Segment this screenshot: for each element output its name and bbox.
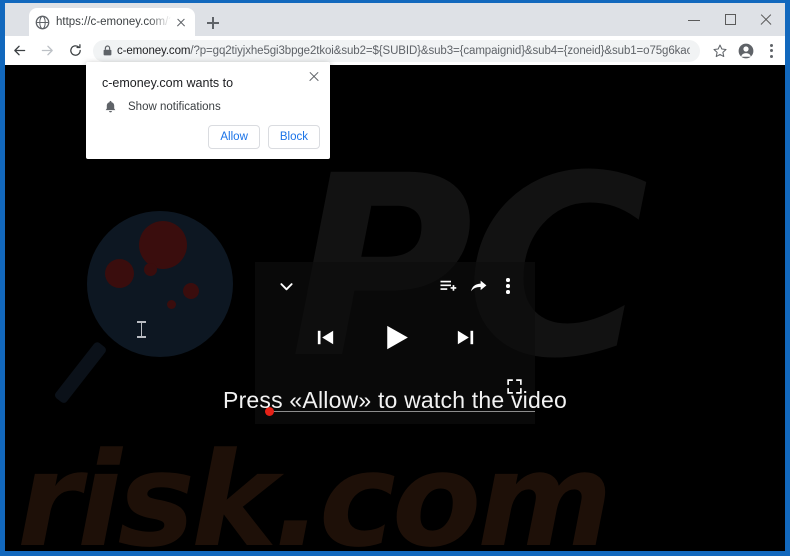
block-button[interactable]: Block bbox=[267, 125, 320, 149]
share-icon[interactable] bbox=[463, 271, 493, 301]
player-transport-controls bbox=[255, 314, 535, 366]
player-top-bar bbox=[255, 262, 535, 310]
call-to-action-text: Press «Allow» to watch the video bbox=[223, 387, 567, 413]
lens-blob bbox=[167, 300, 176, 309]
browser-toolbar: c-emoney.com/?p=gq2tiyjxhe5gi3bpge2tkoi&… bbox=[5, 36, 785, 65]
reload-button[interactable] bbox=[61, 37, 89, 65]
permission-dialog-title: c-emoney.com wants to bbox=[102, 76, 234, 90]
close-tab-icon[interactable] bbox=[173, 14, 189, 30]
new-tab-button[interactable] bbox=[203, 13, 223, 33]
arrow-right-icon bbox=[41, 45, 53, 56]
address-bar[interactable]: c-emoney.com/?p=gq2tiyjxhe5gi3bpge2tkoi&… bbox=[93, 39, 700, 62]
text-ibeam-cursor bbox=[137, 320, 146, 339]
profile-avatar-icon[interactable] bbox=[733, 37, 759, 65]
chevron-down-icon[interactable] bbox=[271, 271, 301, 301]
address-bar-path: /?p=gq2tiyjxhe5gi3bpge2tkoi&sub2=${SUBID… bbox=[190, 44, 690, 57]
browser-tab[interactable]: https://c-emoney.com/?p=gq2tiy bbox=[29, 8, 195, 36]
lens-blob bbox=[144, 263, 157, 276]
close-window-button[interactable] bbox=[749, 3, 785, 36]
skip-next-icon[interactable] bbox=[454, 326, 477, 354]
permission-dialog-actions: Allow Block bbox=[208, 125, 320, 149]
notification-permission-dialog: c-emoney.com wants to Show notifications… bbox=[86, 62, 330, 159]
lens-blob bbox=[183, 283, 199, 299]
arrow-left-icon bbox=[13, 45, 25, 56]
permission-label: Show notifications bbox=[128, 101, 221, 113]
address-bar-host: c-emoney.com bbox=[117, 44, 191, 57]
chrome-menu-icon[interactable] bbox=[759, 37, 785, 65]
lens-blob bbox=[105, 259, 134, 288]
back-button[interactable] bbox=[5, 37, 33, 65]
bell-icon bbox=[102, 100, 119, 114]
minimize-button[interactable] bbox=[677, 3, 713, 36]
add-to-queue-icon[interactable] bbox=[433, 271, 463, 301]
tab-strip: https://c-emoney.com/?p=gq2tiy bbox=[5, 3, 785, 36]
browser-window-screenshot: https://c-emoney.com/?p=gq2tiy bbox=[0, 0, 790, 556]
forward-button[interactable] bbox=[33, 37, 61, 65]
tab-title: https://c-emoney.com/?p=gq2tiy bbox=[56, 16, 171, 28]
address-bar-url: c-emoney.com/?p=gq2tiyjxhe5gi3bpge2tkoi&… bbox=[117, 44, 690, 58]
skip-previous-icon[interactable] bbox=[314, 326, 337, 354]
allow-button[interactable]: Allow bbox=[208, 125, 260, 149]
window-controls bbox=[677, 3, 785, 36]
globe-icon bbox=[35, 15, 50, 29]
bookmark-star-icon[interactable] bbox=[707, 37, 733, 65]
reload-icon bbox=[69, 44, 81, 56]
more-vertical-icon[interactable] bbox=[493, 271, 523, 301]
watermark-domain-text: risk.com bbox=[17, 424, 613, 551]
magnifier-lens bbox=[87, 211, 233, 357]
lock-icon bbox=[97, 41, 117, 61]
lens-blob bbox=[139, 221, 187, 269]
maximize-button[interactable] bbox=[713, 3, 749, 36]
close-icon[interactable] bbox=[306, 68, 322, 84]
play-icon[interactable] bbox=[379, 321, 412, 359]
permission-row: Show notifications bbox=[102, 100, 221, 114]
